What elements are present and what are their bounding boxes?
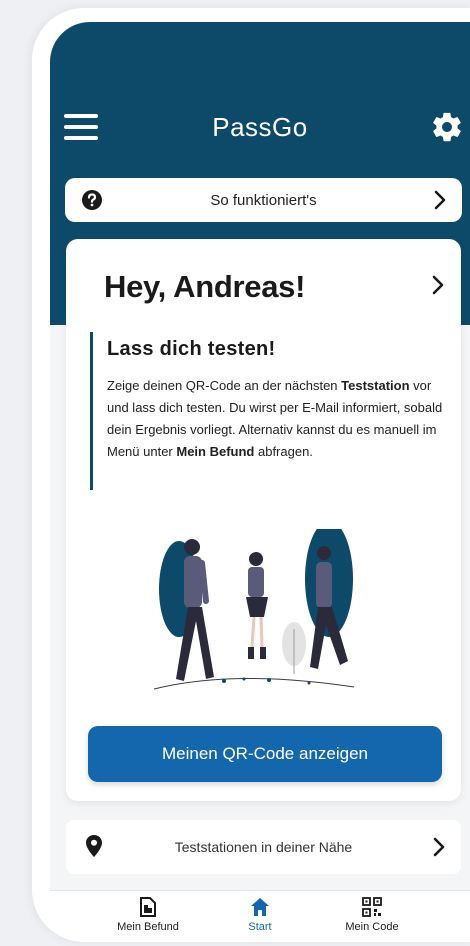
test-stations-label: Teststationen in deiner Nähe: [174, 839, 353, 855]
info-title: Lass dich testen!: [107, 338, 276, 360]
bottom-tab-bar: Mein Befund Start Mein Code: [50, 890, 470, 942]
home-icon: [251, 898, 269, 916]
greeting-heading[interactable]: Hey, Andreas!: [104, 269, 305, 305]
document-icon: [140, 897, 156, 917]
gear-icon[interactable]: [430, 110, 464, 144]
phone-frame: PassGo So funktioniert's Hey, Andreas! L…: [32, 8, 470, 942]
chevron-right-icon: [434, 190, 446, 210]
tab-label: Mein Code: [345, 921, 399, 933]
show-qr-code-button[interactable]: Meinen QR-Code anzeigen: [88, 726, 442, 782]
tab-mein-befund[interactable]: Mein Befund: [98, 897, 198, 941]
app-screen: PassGo So funktioniert's Hey, Andreas! L…: [50, 22, 470, 942]
info-block: Lass dich testen! Zeige deinen QR-Code a…: [90, 332, 450, 490]
tab-mein-code[interactable]: Mein Code: [322, 897, 422, 941]
app-title: PassGo: [212, 112, 308, 142]
tab-label: Start: [248, 921, 272, 933]
main-card: Hey, Andreas! Lass dich testen! Zeige de…: [66, 239, 461, 801]
tab-label: Mein Befund: [117, 921, 179, 933]
how-it-works-bar[interactable]: So funktioniert's: [65, 178, 462, 222]
info-text: Zeige deinen QR-Code an der nächsten Tes…: [107, 378, 443, 459]
how-it-works-label: So funktioniert's: [210, 192, 317, 209]
chevron-right-icon: [433, 837, 445, 857]
chevron-right-icon[interactable]: [431, 275, 445, 295]
tab-start[interactable]: Start: [210, 897, 310, 941]
test-stations-nearby-bar[interactable]: Teststationen in deiner Nähe: [66, 820, 461, 874]
people-walking-illustration: [153, 529, 355, 690]
qr-code-icon: [362, 897, 382, 917]
